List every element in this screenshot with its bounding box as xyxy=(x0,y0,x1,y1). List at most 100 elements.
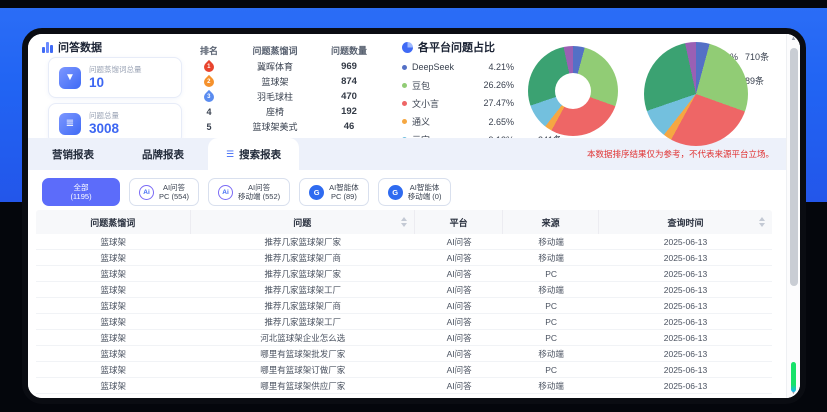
legend-dot xyxy=(402,65,407,70)
table-row: 篮球架推荐几家篮球架厂商AI问答PC2025-06-13 xyxy=(36,298,772,314)
legend-pct: 26.26% xyxy=(470,80,514,90)
ranking-rank: 4 xyxy=(190,107,228,117)
list-icon: ≣ xyxy=(59,113,81,135)
chip-count: (1195) xyxy=(70,192,91,201)
stat-card-distill-total: ▼ 问题蒸馏词总量 10 xyxy=(48,57,182,98)
chip-label: 全部 xyxy=(70,183,91,192)
platform-pie-chart xyxy=(644,42,748,146)
tab-label: 品牌报表 xyxy=(142,147,184,162)
stat-value: 3008 xyxy=(89,121,119,137)
qa-section-title: 问答数据 xyxy=(42,39,102,55)
legend-name: DeepSeek xyxy=(412,62,470,72)
ranking-count: 470 xyxy=(322,91,376,102)
ranking-count: 46 xyxy=(322,121,376,132)
tab-label: 营销报表 xyxy=(52,147,94,162)
column-header-question: 问题 xyxy=(191,210,415,234)
ranking-word: 篮球架 xyxy=(228,75,322,88)
ranking-row: 4 座椅 192 xyxy=(190,104,376,119)
table-row: 篮球架哪里有篮球架供应厂家AI问答移动端2025-06-13 xyxy=(36,378,772,394)
tab-search-report[interactable]: ☰ 搜索报表 xyxy=(208,138,299,170)
ai-agent-icon: G xyxy=(309,185,324,200)
ranking-row: 1 冀晖体育 969 xyxy=(190,59,376,74)
chip-label: AI问答 xyxy=(159,183,189,192)
filter-all-button[interactable]: 全部 (1195) xyxy=(42,178,120,206)
ranking-count: 192 xyxy=(322,106,376,117)
ranking-word: 冀晖体育 xyxy=(228,60,322,73)
filter-ai-agent-mobile-button[interactable]: G AI智能体 移动端 (0) xyxy=(378,178,452,206)
platform-title-label: 各平台问题占比 xyxy=(418,39,495,55)
disclaimer-note: 本数据排序结果仅为参考，不代表来源平台立场。 xyxy=(587,148,800,160)
tab-label: 搜索报表 xyxy=(239,147,281,162)
chip-label: AI智能体 xyxy=(329,183,359,192)
scroll-up-arrow-icon[interactable]: ▲ xyxy=(787,36,800,42)
table-row: 篮球架推荐几家篮球架厂家AI问答移动端2025-06-13 xyxy=(36,234,772,250)
table-row: 篮球架哪里有篮球架批发厂家AI问答移动端2025-06-13 xyxy=(36,346,772,362)
rank-1-flame-icon: 1 xyxy=(202,59,216,73)
filter-chip-row: 全部 (1195) Ai AI问答 PC (554) Ai AI问答 移动端 (… xyxy=(42,178,451,206)
column-header-platform: 平台 xyxy=(415,210,503,234)
legend-dot xyxy=(402,119,407,124)
platform-section-title: 各平台问题占比 xyxy=(402,39,495,55)
chip-label: AI智能体 xyxy=(408,183,442,192)
table-row: 篮球架河北篮球架企业怎么选AI问答PC2025-06-13 xyxy=(36,330,772,346)
stat-label: 问题蒸馏词总量 xyxy=(89,64,142,75)
legend-dot xyxy=(402,83,407,88)
legend-dot xyxy=(402,101,407,106)
filter-ai-agent-pc-button[interactable]: G AI智能体 PC (89) xyxy=(299,178,369,206)
green-indicator-bar xyxy=(791,362,796,392)
legend-name: 文小言 xyxy=(412,97,470,110)
table-row: 篮球架推荐几家篮球架工厂AI问答PC2025-06-13 xyxy=(36,314,772,330)
ranking-row: 3 羽毛球柱 470 xyxy=(190,89,376,104)
ranking-word: 篮球架美式 xyxy=(228,120,322,133)
pie-chart-icon xyxy=(402,42,413,53)
table-row: 篮球架推荐几家篮球架厂家AI问答PC2025-06-13 xyxy=(36,266,772,282)
column-header-word: 问题蒸馏词 xyxy=(36,210,191,234)
table-row: 篮球架推荐几家篮球架工厂AI问答移动端2025-06-13 xyxy=(36,282,772,298)
tab-brand-report[interactable]: 品牌报表 xyxy=(118,138,208,170)
ranking-table: 排名 问题蒸馏词 问题数量 1 冀晖体育 969 2 篮球架 874 3 羽毛球… xyxy=(190,42,376,134)
qa-title-label: 问答数据 xyxy=(58,39,102,55)
ranking-rank: 5 xyxy=(190,122,228,132)
ranking-count: 969 xyxy=(322,61,376,72)
legend-pct: 27.47% xyxy=(470,98,514,108)
rank-2-flame-icon: 2 xyxy=(202,74,216,88)
ranking-row: 2 篮球架 874 xyxy=(190,74,376,89)
scrollbar-thumb[interactable] xyxy=(790,48,798,286)
legend-name: 通义 xyxy=(412,115,470,128)
ranking-count: 874 xyxy=(322,76,376,87)
chip-count: 移动端 (0) xyxy=(408,192,442,201)
table-row: 篮球架哪里有篮球架订做厂家AI问答PC2025-06-13 xyxy=(36,362,772,378)
vertical-scrollbar[interactable]: ▲ ▼ xyxy=(786,34,800,398)
rank-3-flame-icon: 3 xyxy=(202,89,216,103)
ranking-header: 排名 问题蒸馏词 问题数量 xyxy=(190,42,376,59)
chip-count: PC (89) xyxy=(329,192,359,201)
legend-pct: 2.65% xyxy=(470,117,514,127)
column-header-time: 查询时间 xyxy=(599,210,772,234)
column-header-source: 来源 xyxy=(503,210,599,234)
filter-ai-qa-mobile-button[interactable]: Ai AI问答 移动端 (552) xyxy=(208,178,290,206)
filter-ai-qa-pc-button[interactable]: Ai AI问答 PC (554) xyxy=(129,178,199,206)
ranking-word: 座椅 xyxy=(228,105,322,118)
ranking-header-rank: 排名 xyxy=(190,44,228,57)
ai-qa-icon: Ai xyxy=(218,185,233,200)
ranking-header-count: 问题数量 xyxy=(322,44,376,57)
ai-qa-icon: Ai xyxy=(139,185,154,200)
filter-icon: ▼ xyxy=(59,67,81,89)
stat-label: 问题总量 xyxy=(89,110,119,121)
bar-chart-icon xyxy=(42,42,53,53)
chip-count: 移动端 (552) xyxy=(238,192,280,201)
sort-icon[interactable] xyxy=(759,217,765,227)
legend-name: 豆包 xyxy=(412,79,470,92)
stat-value: 10 xyxy=(89,75,142,91)
ranking-word: 羽毛球柱 xyxy=(228,90,322,103)
chip-label: AI问答 xyxy=(238,183,280,192)
list-icon: ☰ xyxy=(226,149,234,160)
platform-donut-chart xyxy=(528,46,618,136)
legend-pct: 4.21% xyxy=(470,62,514,72)
chip-count: PC (554) xyxy=(159,192,189,201)
table-row: 篮球架推荐几家篮球架厂商AI问答移动端2025-06-13 xyxy=(36,250,772,266)
ai-agent-icon: G xyxy=(388,185,403,200)
tab-marketing-report[interactable]: 营销报表 xyxy=(28,138,118,170)
sort-icon[interactable] xyxy=(401,217,407,227)
dashboard-panel: 问答数据 ▼ 问题蒸馏词总量 10 ≣ 问题总量 3008 排名 问题蒸馏词 问… xyxy=(22,28,806,404)
